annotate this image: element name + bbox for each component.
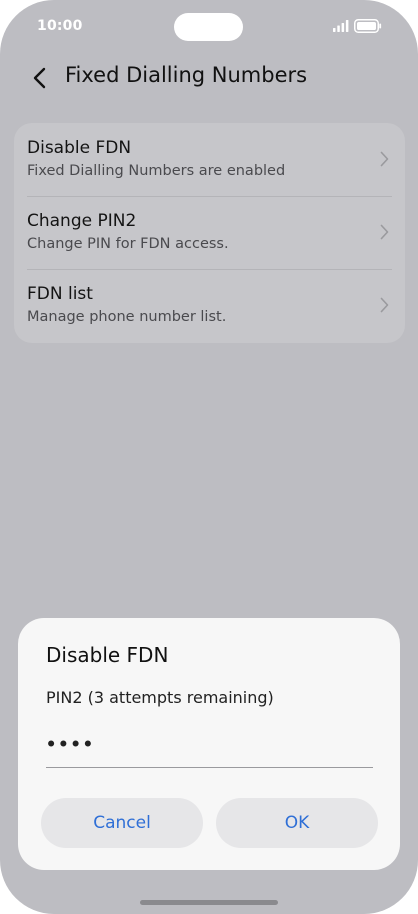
settings-item-disable-fdn[interactable]: Disable FDN Fixed Dialling Numbers are e… <box>14 123 405 196</box>
settings-item-title: Disable FDN <box>27 138 132 158</box>
pin2-value: •••• <box>46 735 95 755</box>
battery-icon <box>354 19 382 33</box>
settings-item-subtitle: Change PIN for FDN access. <box>27 236 229 252</box>
home-indicator[interactable] <box>140 900 278 905</box>
cancel-button[interactable]: Cancel <box>41 798 203 848</box>
settings-item-title: FDN list <box>27 284 93 304</box>
chevron-right-icon <box>380 151 389 167</box>
signal-icon <box>333 20 349 32</box>
status-time: 10:00 <box>37 18 83 34</box>
page-title: Fixed Dialling Numbers <box>65 63 308 87</box>
settings-item-fdn-list[interactable]: FDN list Manage phone number list. <box>14 269 405 342</box>
settings-card: Disable FDN Fixed Dialling Numbers are e… <box>14 123 405 343</box>
dynamic-island <box>174 13 243 41</box>
pin2-input[interactable]: •••• <box>46 730 373 768</box>
settings-item-subtitle: Manage phone number list. <box>27 309 227 325</box>
disable-fdn-dialog: Disable FDN PIN2 (3 attempts remaining) … <box>18 618 400 870</box>
chevron-right-icon <box>380 297 389 313</box>
settings-item-title: Change PIN2 <box>27 211 137 231</box>
screen: 10:00 Fixed Dialling Numbers Disable FDN… <box>0 0 418 914</box>
ok-button[interactable]: OK <box>216 798 378 848</box>
chevron-right-icon <box>380 224 389 240</box>
pin2-label: PIN2 (3 attempts remaining) <box>46 688 274 707</box>
phone-frame: 10:00 Fixed Dialling Numbers Disable FDN… <box>0 0 418 914</box>
settings-item-subtitle: Fixed Dialling Numbers are enabled <box>27 163 286 179</box>
dialog-title: Disable FDN <box>46 643 169 667</box>
back-arrow-icon[interactable] <box>30 66 50 90</box>
settings-item-change-pin2[interactable]: Change PIN2 Change PIN for FDN access. <box>14 196 405 269</box>
